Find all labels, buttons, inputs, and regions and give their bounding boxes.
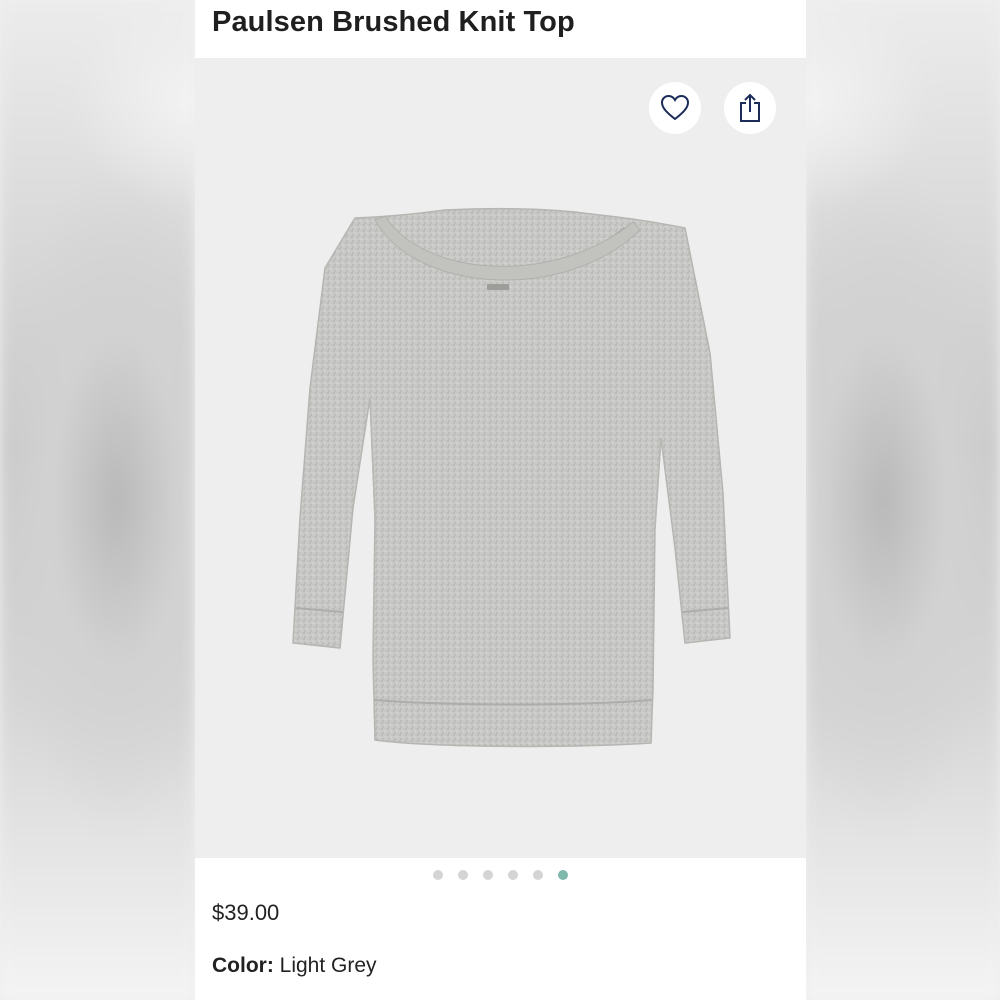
product-page: Paulsen Brushed Knit Top $39.00 Color: L… <box>195 0 806 1000</box>
color-label: Color: <box>212 954 280 977</box>
carousel-dot[interactable] <box>483 870 493 880</box>
carousel-dot[interactable] <box>458 870 468 880</box>
product-title: Paulsen Brushed Knit Top <box>212 6 575 38</box>
blurred-backdrop-left <box>0 0 195 1000</box>
carousel-dot-active[interactable] <box>558 870 568 880</box>
carousel-dot[interactable] <box>508 870 518 880</box>
product-color: Color: Light Grey <box>212 954 377 978</box>
carousel-dot[interactable] <box>433 870 443 880</box>
carousel-indicator <box>195 870 806 884</box>
blurred-backdrop-right <box>805 0 1000 1000</box>
product-photo <box>292 207 731 748</box>
share-icon <box>740 93 760 122</box>
heart-icon <box>660 94 690 121</box>
favorite-button[interactable] <box>649 82 701 134</box>
product-image-carousel[interactable] <box>195 58 806 858</box>
share-button[interactable] <box>724 82 776 134</box>
color-value: Light Grey <box>279 954 377 977</box>
carousel-dot[interactable] <box>533 870 543 880</box>
product-price: $39.00 <box>212 900 280 925</box>
